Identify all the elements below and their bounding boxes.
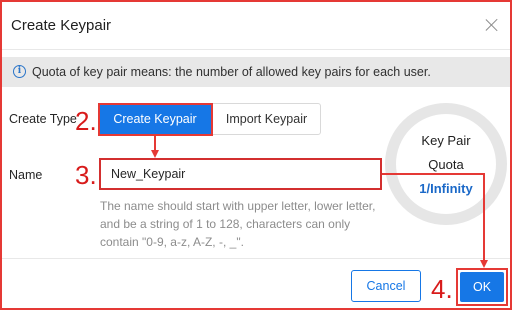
info-banner: i Quota of key pair means: the number of… xyxy=(2,57,510,87)
create-keypair-dialog: Create Keypair i Quota of key pair means… xyxy=(0,0,512,310)
quota-title-line2: Quota xyxy=(428,157,464,172)
quota-title-line1: Key Pair xyxy=(421,133,471,148)
footer-divider xyxy=(2,258,510,259)
dialog-header: Create Keypair xyxy=(2,2,510,50)
ok-button[interactable]: OK xyxy=(460,272,504,302)
name-input[interactable]: New_Keypair xyxy=(99,158,382,190)
close-icon[interactable] xyxy=(484,17,500,33)
cancel-button[interactable]: Cancel xyxy=(351,270,421,302)
create-type-label: Create Type xyxy=(9,112,77,126)
step4-label: 4. xyxy=(431,274,453,304)
create-keypair-option[interactable]: Create Keypair xyxy=(98,103,212,135)
info-text: Quota of key pair means: the number of a… xyxy=(32,65,431,79)
info-icon: i xyxy=(13,65,26,78)
import-keypair-option[interactable]: Import Keypair xyxy=(212,103,321,135)
name-label: Name xyxy=(9,168,43,182)
step2-label: 2. xyxy=(75,106,97,136)
name-hint: The name should start with upper letter,… xyxy=(100,199,376,249)
dialog-title: Create Keypair xyxy=(11,17,112,34)
step3-label: 3. xyxy=(75,160,97,190)
quota-value: 1/Infinity xyxy=(419,181,473,196)
